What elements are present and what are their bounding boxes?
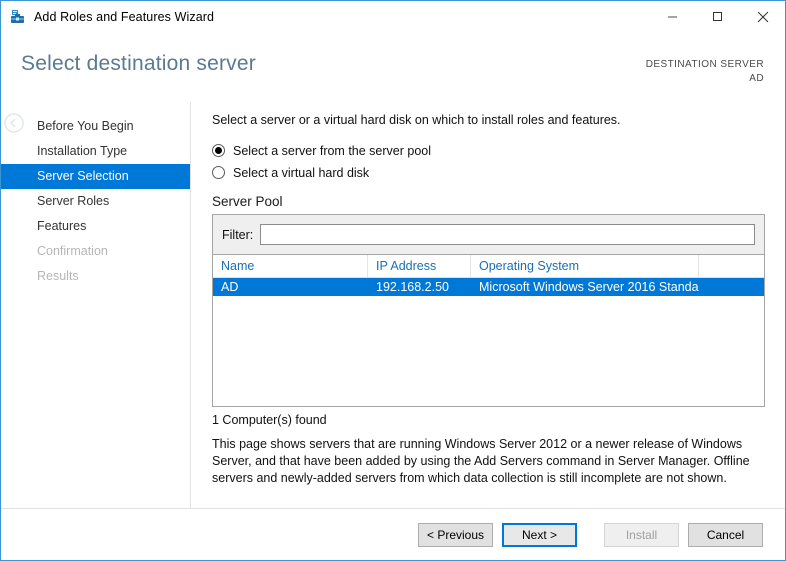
page-title: Select destination server xyxy=(21,52,256,75)
server-pool-title: Server Pool xyxy=(212,194,283,209)
page-note-text: This page shows servers that are running… xyxy=(212,437,750,485)
option-virtual-hard-disk-row[interactable]: Select a virtual hard disk xyxy=(212,163,765,182)
cell-name: AD xyxy=(221,280,239,294)
table-body: AD 192.168.2.50 Microsoft Windows Server… xyxy=(213,278,764,406)
column-header-extra[interactable] xyxy=(699,255,764,277)
filter-input[interactable] xyxy=(260,224,755,245)
intro-text: Select a server or a virtual hard disk o… xyxy=(212,113,621,127)
cell-operating-system: Microsoft Windows Server 2016 Standard xyxy=(479,280,699,294)
wizard-content: Select a server or a virtual hard disk o… xyxy=(191,102,785,508)
install-button: Install xyxy=(604,522,679,547)
wizard-window: Add Roles and Features Wizard Select des… xyxy=(0,0,786,561)
cell-extra xyxy=(699,278,764,296)
destination-server-value: AD xyxy=(749,73,764,84)
next-button[interactable]: Next > xyxy=(502,522,577,547)
minimize-icon[interactable] xyxy=(650,1,695,32)
radio-server-pool[interactable] xyxy=(212,144,225,157)
filter-label: Filter: xyxy=(222,227,254,242)
sidebar-item-server-roles[interactable]: Server Roles xyxy=(1,189,190,214)
destination-server-label: DESTINATION SERVER xyxy=(645,59,764,70)
sidebar-item-installation-type[interactable]: Installation Type xyxy=(1,139,190,164)
close-icon[interactable] xyxy=(740,1,785,32)
window-controls xyxy=(650,1,785,32)
sidebar-item-server-selection[interactable]: Server Selection xyxy=(1,164,190,189)
cancel-button[interactable]: Cancel xyxy=(688,522,763,547)
filter-row: Filter: xyxy=(222,224,755,245)
radio-server-pool-label: Select a server from the server pool xyxy=(233,143,431,158)
wizard-steps-sidebar: Before You Begin Installation Type Serve… xyxy=(1,102,191,508)
window-title: Add Roles and Features Wizard xyxy=(34,9,215,24)
previous-button[interactable]: < Previous xyxy=(418,522,493,547)
wizard-body: Before You Begin Installation Type Serve… xyxy=(1,102,785,508)
server-pool-table: Name IP Address Operating System AD 192.… xyxy=(212,254,765,407)
cell-ip-address: 192.168.2.50 xyxy=(376,280,449,294)
destination-server-info: DESTINATION SERVER AD xyxy=(646,58,764,86)
table-row[interactable]: AD 192.168.2.50 Microsoft Windows Server… xyxy=(213,278,764,296)
radio-virtual-hard-disk[interactable] xyxy=(212,166,225,179)
maximize-icon[interactable] xyxy=(695,1,740,32)
option-server-pool-row[interactable]: Select a server from the server pool xyxy=(212,141,765,160)
server-pool-filter-panel: Filter: xyxy=(212,214,765,254)
table-header-row: Name IP Address Operating System xyxy=(213,255,764,278)
column-header-name[interactable]: Name xyxy=(213,255,368,277)
title-bar: Add Roles and Features Wizard xyxy=(1,1,785,32)
radio-virtual-hard-disk-label: Select a virtual hard disk xyxy=(233,165,370,180)
column-header-operating-system[interactable]: Operating System xyxy=(471,255,699,277)
page-header: Select destination server DESTINATION SE… xyxy=(1,32,785,133)
wizard-footer: < Previous Next > Install Cancel xyxy=(1,508,785,560)
sidebar-item-results: Results xyxy=(37,269,79,283)
sidebar-item-before-you-begin[interactable]: Before You Begin xyxy=(1,114,190,139)
computers-found-text: 1 Computer(s) found xyxy=(212,413,327,427)
sidebar-item-features[interactable]: Features xyxy=(1,214,190,239)
wizard-toolbox-icon xyxy=(10,9,26,25)
column-header-ip-address[interactable]: IP Address xyxy=(368,255,471,277)
sidebar-item-confirmation: Confirmation xyxy=(37,244,108,258)
